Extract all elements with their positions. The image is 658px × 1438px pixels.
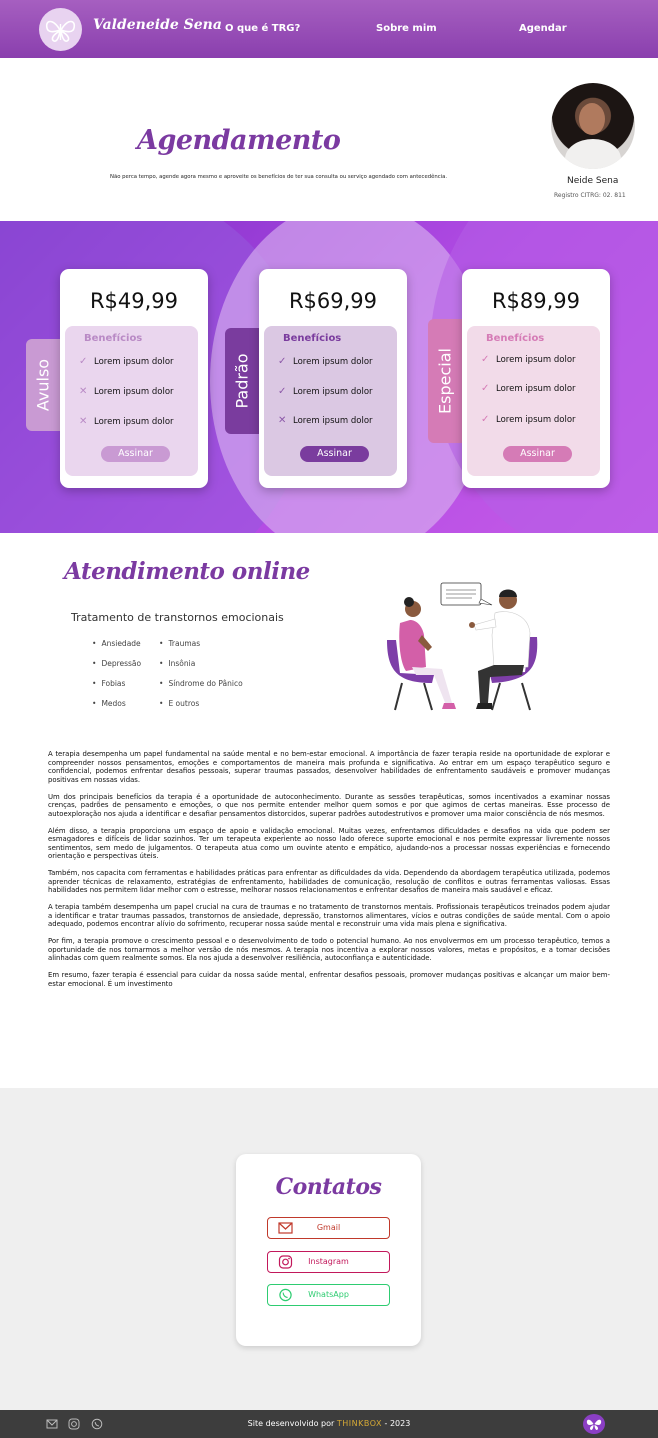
benefits-title: Benefícios xyxy=(84,333,143,344)
paragraph: Também, nos capacita com ferramentas e h… xyxy=(48,869,610,894)
condition-item: Ansiedade xyxy=(92,639,140,648)
benefits-box: Benefícios ✓ Lorem ipsum dolor ✓ Lorem ips… xyxy=(264,326,397,476)
check-icon: ✓ xyxy=(79,356,88,367)
condition-item: Depressão xyxy=(92,659,141,668)
condition-item: Medos xyxy=(92,699,125,708)
brand-name[interactable]: Valdeneide Sena xyxy=(93,17,222,33)
hero-subtitle: Não perca tempo, agende agora mesmo e ap… xyxy=(110,174,448,180)
nav-link-about[interactable]: Sobre mim xyxy=(376,23,437,34)
benefit-item: ✕ Lorem ipsum dolor xyxy=(79,416,174,427)
page: Valdeneide Sena O que é TRG? Sobre mim A… xyxy=(0,0,658,1438)
contact-card: Contatos Gmail Instagram WhatsApp xyxy=(236,1154,421,1346)
gmail-button[interactable]: Gmail xyxy=(267,1217,390,1239)
benefits-box: Benefícios ✓ Lorem ipsum dolor ✕ Lorem ips… xyxy=(65,326,198,476)
plan-price: R$69,99 xyxy=(288,289,378,313)
plan-price: R$89,99 xyxy=(491,289,581,313)
subscribe-button[interactable]: Assinar xyxy=(503,446,572,462)
page-title: Agendamento xyxy=(137,125,341,156)
check-icon: ✓ xyxy=(481,383,490,394)
therapy-session-illustration xyxy=(387,582,538,711)
paragraph: Por fim, a terapia promove o crescimento… xyxy=(48,937,610,962)
profile-name: Neide Sena xyxy=(567,176,619,186)
instagram-button[interactable]: Instagram xyxy=(267,1251,390,1273)
condition-item: Fobias xyxy=(92,679,125,688)
paragraph: Além disso, a terapia proporciona um esp… xyxy=(48,826,610,861)
cross-icon: ✕ xyxy=(79,386,88,397)
article-text: A terapia desempenha um papel fundamenta… xyxy=(48,750,610,997)
check-icon: ✓ xyxy=(481,354,490,365)
benefit-item: ✕ Lorem ipsum dolor xyxy=(278,415,373,426)
nav-link-schedule[interactable]: Agendar xyxy=(519,23,567,34)
paragraph: A terapia também desempenha um papel cru… xyxy=(48,903,610,928)
benefits-title: Benefícios xyxy=(486,333,545,344)
plan-price: R$49,99 xyxy=(89,289,179,313)
benefit-item: ✓ Lorem ipsum dolor xyxy=(481,414,576,425)
footer: Site desenvolvido por THINKBOX - 2023 xyxy=(0,1410,658,1438)
nav-link-trg[interactable]: O que é TRG? xyxy=(225,23,300,34)
paragraph: A terapia desempenha um papel fundamenta… xyxy=(48,750,610,784)
plan-card-padrao: R$69,99 Benefícios ✓ Lorem ipsum dolor ✓ L… xyxy=(259,269,407,488)
condition-item: Síndrome do Pânico xyxy=(159,679,242,688)
benefits-box: Benefícios ✓ Lorem ipsum dolor ✓ Lorem ips… xyxy=(467,326,600,476)
butterfly-logo-icon[interactable] xyxy=(583,1414,605,1434)
contact-title: Contatos xyxy=(275,1174,382,1200)
plan-tab-padrao: Padrão xyxy=(225,328,259,434)
paragraph: Em resumo, fazer terapia é essencial par… xyxy=(48,971,610,988)
plans-section: Avulso R$49,99 Benefícios ✓ Lorem ipsum d… xyxy=(0,221,658,533)
cross-icon: ✕ xyxy=(278,415,287,426)
butterfly-logo-icon[interactable] xyxy=(39,8,82,51)
paragraph: Um dos principais benefícios da terapia … xyxy=(48,792,610,818)
plan-tab-especial: Especial xyxy=(428,319,462,443)
benefit-item: ✓ Lorem ipsum dolor xyxy=(278,386,373,397)
check-icon: ✓ xyxy=(278,356,287,367)
benefits-title: Benefícios xyxy=(283,333,342,344)
condition-item: E outros xyxy=(159,699,199,708)
condition-item: Traumas xyxy=(159,639,200,648)
footer-credits: Site desenvolvido por THINKBOX - 2023 xyxy=(247,1419,411,1428)
benefit-item: ✓ Lorem ipsum dolor xyxy=(278,356,373,367)
check-icon: ✓ xyxy=(278,386,287,397)
subscribe-button[interactable]: Assinar xyxy=(101,446,170,462)
section-subtitle: Tratamento de transtornos emocionais xyxy=(71,611,284,624)
plan-card-especial: R$89,99 Benefícios ✓ Lorem ipsum dolor ✓ L… xyxy=(462,269,610,488)
benefit-item: ✓ Lorem ipsum dolor xyxy=(481,383,576,394)
profile-registry: Registro CITRG: 02. 811 xyxy=(554,192,626,199)
whatsapp-button[interactable]: WhatsApp xyxy=(267,1284,390,1306)
cross-icon: ✕ xyxy=(79,416,88,427)
thinkbox-link[interactable]: THINKBOX xyxy=(337,1419,382,1428)
top-navbar: Valdeneide Sena O que é TRG? Sobre mim A… xyxy=(0,0,658,58)
benefit-item: ✓ Lorem ipsum dolor xyxy=(481,354,576,365)
avatar xyxy=(551,83,635,169)
condition-item: Insônia xyxy=(159,659,195,668)
subscribe-button[interactable]: Assinar xyxy=(300,446,369,462)
benefit-item: ✓ Lorem ipsum dolor xyxy=(79,356,174,367)
plan-tab-avulso: Avulso xyxy=(26,339,60,431)
benefit-item: ✕ Lorem ipsum dolor xyxy=(79,386,174,397)
plan-card-avulso: R$49,99 Benefícios ✓ Lorem ipsum dolor ✕ L… xyxy=(60,269,208,488)
section-title: Atendimento online xyxy=(64,558,310,585)
check-icon: ✓ xyxy=(481,414,490,425)
